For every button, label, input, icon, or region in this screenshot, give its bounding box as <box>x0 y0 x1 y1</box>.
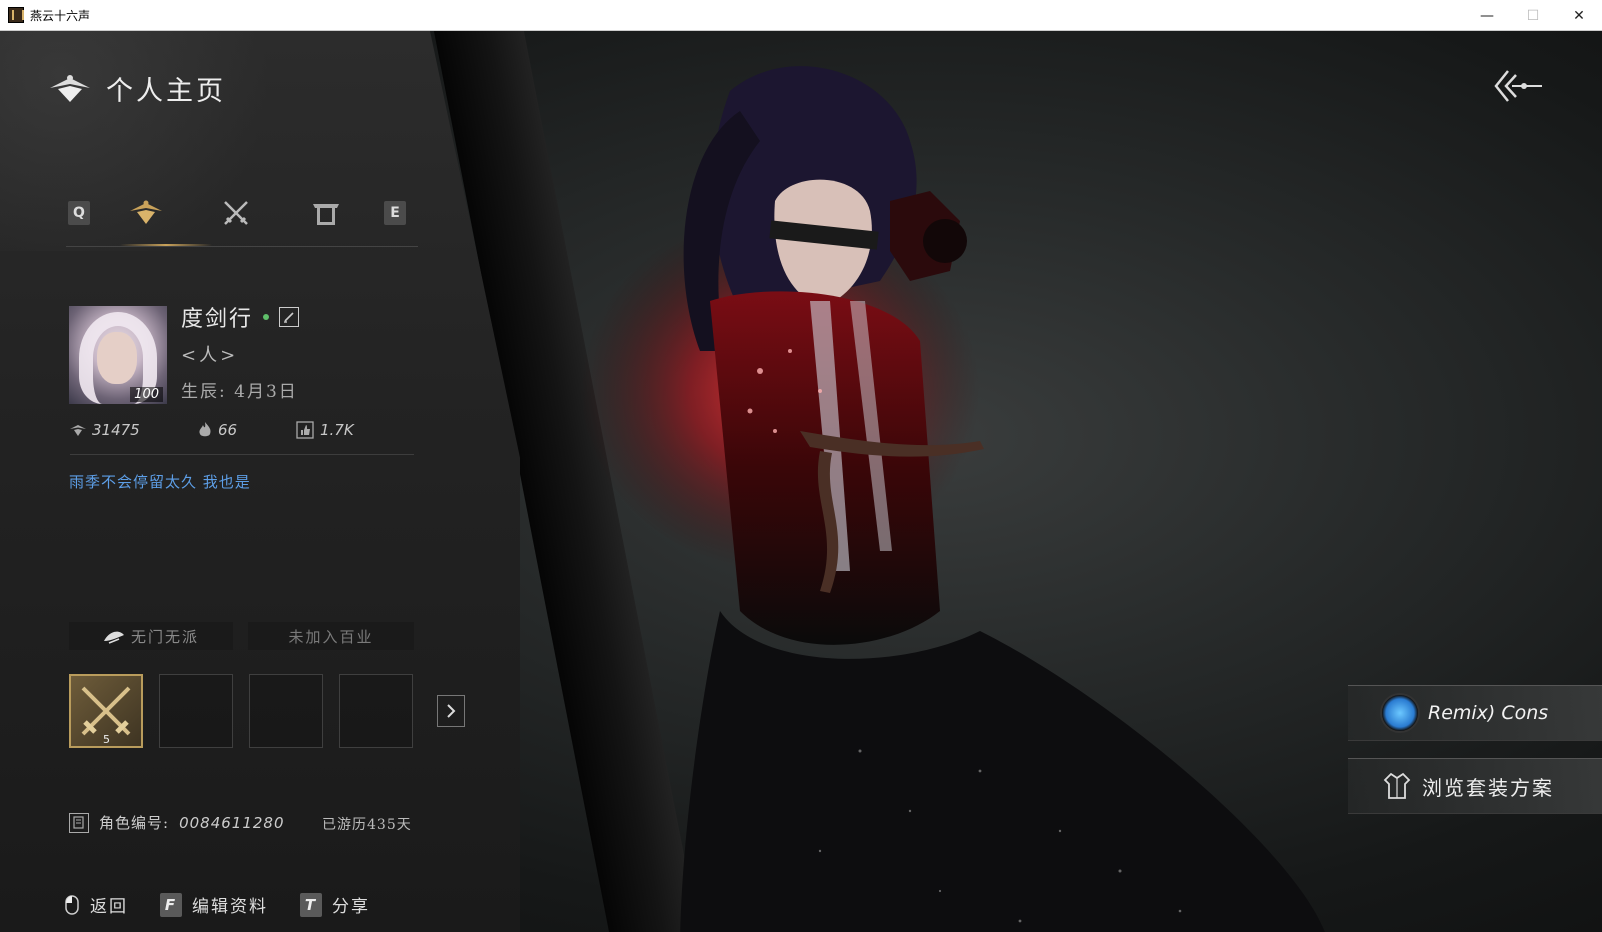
edit-key: F <box>160 892 182 917</box>
equipment-slot-4[interactable] <box>339 674 413 748</box>
pencil-icon <box>284 312 294 323</box>
browse-outfits-label: 浏览套装方案 <box>1422 775 1554 800</box>
char-code-value: 0084611280 <box>179 813 285 832</box>
birthday: 生辰: 4月3日 <box>181 382 298 402</box>
back-label: 返回 <box>90 897 128 917</box>
guild-badge[interactable]: 未加入百业 <box>248 622 414 650</box>
browse-outfits-button[interactable]: 浏览套装方案 <box>1348 758 1602 814</box>
gate-icon <box>313 204 339 225</box>
profile-emblem-icon <box>130 200 162 224</box>
edit-label: 编辑资料 <box>192 897 268 917</box>
next-tab-key[interactable]: E <box>384 201 406 225</box>
edit-profile-button[interactable]: F 编辑资料 <box>160 892 268 917</box>
power-emblem-icon <box>70 425 86 436</box>
profile-emblem-icon <box>50 74 90 102</box>
stat-likes: 1.7K <box>296 421 354 439</box>
tab-combat[interactable] <box>216 195 256 231</box>
equipment-slot-1[interactable]: 5 <box>69 674 143 748</box>
character-code-row: 角色编号: 0084611280 <box>69 812 285 833</box>
window-title: 燕云十六声 <box>30 8 91 23</box>
tab-profile[interactable] <box>126 195 166 231</box>
stats-row: 31475 66 1.7K <box>70 421 414 455</box>
page-title: 个人主页 <box>106 76 226 107</box>
music-player-button[interactable]: Remix) Cons <box>1348 685 1602 741</box>
equipment-slot-2[interactable] <box>159 674 233 748</box>
flame-icon <box>199 422 211 437</box>
share-button[interactable]: T 分享 <box>300 892 370 917</box>
likes-value: 1.7K <box>320 421 354 439</box>
avatar[interactable]: 100 <box>69 306 167 404</box>
profile-tabs: Q E <box>66 181 418 247</box>
active-tab-indicator <box>120 244 212 246</box>
share-key: T <box>300 892 322 917</box>
music-disc-icon <box>1380 693 1420 733</box>
faction-label: 无门无派 <box>130 627 199 646</box>
mouse-icon <box>65 894 79 915</box>
window-titlebar: 燕云十六声 — ☐ ✕ <box>0 0 1602 31</box>
avatar-level-badge: 100 <box>130 387 163 402</box>
outfit-icon <box>1383 772 1411 799</box>
crossed-swords-icon <box>224 201 248 225</box>
equipment-slot-3[interactable] <box>249 674 323 748</box>
back-button[interactable]: 返回 <box>64 892 128 917</box>
avatar-face <box>97 332 137 384</box>
days-traveled: 已游历435天 <box>322 817 412 833</box>
window-controls: — ☐ ✕ <box>1464 0 1602 31</box>
slot-count-badge: 5 <box>103 733 110 746</box>
power-value: 31475 <box>92 421 140 439</box>
faction-badge[interactable]: 无门无派 <box>69 622 233 650</box>
edit-name-icon[interactable] <box>279 307 300 327</box>
app-logo-icon <box>8 7 24 23</box>
character-model <box>580 66 1325 932</box>
chevron-right-icon <box>447 704 456 718</box>
thumbs-up-icon <box>296 421 314 439</box>
stat-popularity: 66 <box>198 421 237 439</box>
stat-power: 31475 <box>70 421 140 439</box>
prev-tab-key[interactable]: Q <box>68 201 90 225</box>
music-track-label: Remix) Cons <box>1428 702 1549 724</box>
maximize-button[interactable]: ☐ <box>1510 0 1556 31</box>
popularity-value: 66 <box>218 421 238 439</box>
document-icon <box>69 812 89 833</box>
close-button[interactable]: ✕ <box>1556 0 1602 31</box>
tab-residence[interactable] <box>306 195 346 231</box>
signature-text: 雨季不会停留太久 我也是 <box>69 473 251 491</box>
action-bar: 返回 F 编辑资料 T 分享 <box>64 892 402 917</box>
game-scene: 个人主页 Q E 100 度剑行 <人> 生辰: 4月3日 31475 66 1… <box>0 31 1602 932</box>
char-code-label: 角色编号: <box>99 814 170 832</box>
page-header: 个人主页 <box>48 69 226 108</box>
wanderer-hat-icon <box>103 631 124 644</box>
player-name: 度剑行 <box>181 307 254 332</box>
minimize-button[interactable]: — <box>1464 0 1510 31</box>
player-title: <人> <box>181 345 239 366</box>
back-arrow-icon[interactable] <box>1494 69 1544 103</box>
share-label: 分享 <box>332 897 370 917</box>
online-status-dot <box>263 314 270 320</box>
slots-next-button[interactable] <box>437 695 465 727</box>
name-row: 度剑行 <box>181 301 300 333</box>
